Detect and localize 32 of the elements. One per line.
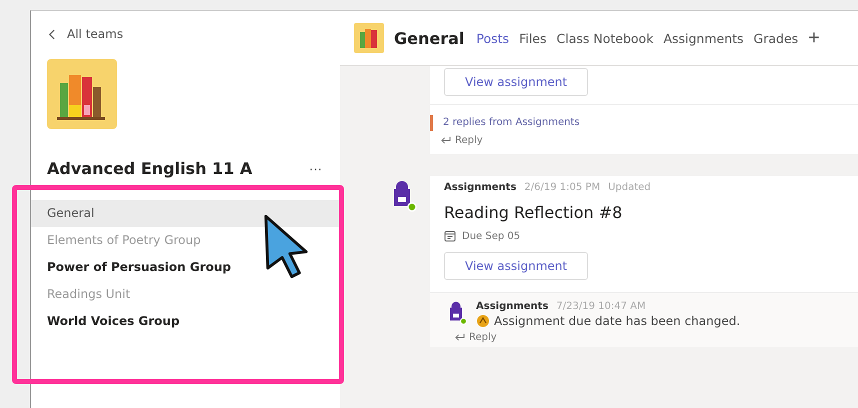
view-assignment-button[interactable]: View assignment bbox=[444, 68, 588, 96]
tab[interactable]: Posts bbox=[476, 30, 510, 46]
view-assignment-button[interactable]: View assignment bbox=[444, 252, 588, 280]
post-status: Updated bbox=[608, 182, 651, 193]
tab[interactable]: Files bbox=[519, 30, 547, 46]
tab[interactable]: Assignments bbox=[663, 30, 744, 46]
mouse-pointer-icon bbox=[263, 213, 309, 279]
post-author: Assignments bbox=[444, 182, 516, 193]
bookshelf-icon bbox=[354, 23, 384, 53]
back-chevron-icon[interactable] bbox=[48, 28, 55, 40]
replies-link[interactable]: 2 replies from Assignments bbox=[430, 115, 858, 131]
bookshelf-icon bbox=[47, 59, 117, 129]
tab[interactable]: Class Notebook bbox=[556, 30, 654, 46]
calendar-icon bbox=[444, 230, 456, 242]
channel-item[interactable]: General bbox=[31, 200, 340, 227]
assignment-title: Reading Reflection #8 bbox=[444, 203, 624, 222]
back-link[interactable]: All teams bbox=[67, 27, 124, 41]
add-tab-button[interactable]: + bbox=[808, 26, 820, 50]
reply-time: 7/23/19 10:47 AM bbox=[556, 301, 646, 312]
reply-message: Assignment due date has been changed. bbox=[494, 314, 740, 328]
channel-item[interactable]: World Voices Group bbox=[31, 308, 340, 335]
due-date: Due Sep 05 bbox=[462, 230, 520, 242]
post-time: 2/6/19 1:05 PM bbox=[524, 182, 600, 193]
reply-author: Assignments bbox=[476, 301, 548, 312]
reply-button[interactable]: Reply bbox=[430, 131, 493, 150]
reply-arrow-icon bbox=[440, 136, 451, 145]
reply-arrow-icon bbox=[454, 333, 465, 342]
more-options-button[interactable]: ··· bbox=[309, 161, 322, 176]
tab[interactable]: Grades bbox=[754, 30, 798, 46]
team-name: Advanced English 11 A bbox=[47, 159, 252, 178]
channel-title: General bbox=[394, 28, 464, 48]
reply-button[interactable]: Reply bbox=[444, 328, 507, 347]
